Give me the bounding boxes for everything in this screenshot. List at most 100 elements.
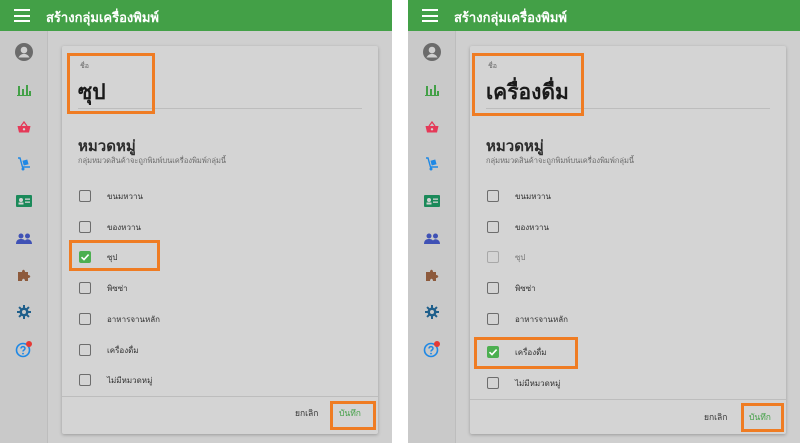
sidebar-item-inventory[interactable] [0,149,48,179]
category-label: อาหารจานหลัก [107,315,161,324]
people-icon [424,233,440,244]
checkbox-checked-icon[interactable] [487,346,499,358]
category-option-2: ซุป [486,248,766,268]
name-field-input[interactable]: เครื่องดื่ม [486,76,569,109]
hand-truck-icon [18,157,30,171]
sidebar [0,31,48,443]
actions-divider [62,396,378,397]
sidebar-item-customers[interactable] [0,223,48,253]
sidebar-item-inventory[interactable] [408,149,456,179]
category-label: เครื่องดื่ม [107,346,139,355]
category-option-6[interactable]: ไม่มีหมวดหมู่ [78,371,358,391]
sidebar-item-account[interactable] [0,37,48,67]
help-icon [15,341,32,358]
menu-icon[interactable] [14,9,30,22]
category-option-1[interactable]: ของหวาน [78,218,358,238]
checkbox-unchecked-icon[interactable] [487,377,499,389]
sidebar-item-reports[interactable] [408,75,456,105]
sidebar-item-settings[interactable] [408,297,456,327]
category-label: ไม่มีหมวดหมู่ [515,379,561,388]
sidebar-item-help[interactable] [408,334,456,364]
checkbox-unchecked-icon[interactable] [79,313,91,325]
name-field-underline [78,108,362,109]
gear-icon [425,305,439,319]
checkbox-unchecked-icon[interactable] [79,221,91,233]
category-label: พิซซ่า [107,284,128,293]
checkbox-checked-icon[interactable] [79,251,91,263]
checkbox-unchecked-icon[interactable] [79,374,91,386]
sidebar-item-account[interactable] [408,37,456,67]
basket-icon [17,121,31,133]
save-button[interactable]: บันทึก [749,410,771,424]
name-field-underline [486,108,770,109]
sidebar-item-employees[interactable] [408,186,456,216]
printer-group-form: ชื่อ ซุป หมวดหมู่ กลุ่มหมวดสินค้าจะถูกพิ… [62,46,378,434]
app-bar: สร้างกลุ่มเครื่องพิมพ์ [0,0,392,31]
people-icon [16,233,32,244]
app-title: สร้างกลุ่มเครื่องพิมพ์ [46,11,159,26]
help-icon [423,341,440,358]
id-card-icon [16,195,32,207]
account-icon [15,43,33,61]
sidebar-item-customers[interactable] [408,223,456,253]
sidebar-item-help[interactable] [0,334,48,364]
category-option-5[interactable]: เครื่องดื่ม [78,341,358,361]
sidebar-item-employees[interactable] [0,186,48,216]
checkbox-unchecked-icon[interactable] [79,344,91,356]
category-option-0[interactable]: ขนมหวาน [78,187,358,207]
checkbox-unchecked-icon[interactable] [79,282,91,294]
sidebar-item-addons[interactable] [408,260,456,290]
save-button[interactable]: บันทึก [339,406,361,420]
checkbox-unchecked-icon[interactable] [487,190,499,202]
category-label: ขนมหวาน [515,192,551,201]
checkbox-disabled-icon [487,251,499,263]
actions-divider [470,399,786,400]
hand-truck-icon [426,157,438,171]
cancel-button[interactable]: ยกเลิก [295,406,318,420]
category-label: เครื่องดื่ม [515,348,547,357]
category-label: ของหวาน [515,223,549,232]
bar-chart-icon [17,85,31,96]
puzzle-icon [18,269,31,281]
category-option-3[interactable]: พิซซ่า [486,279,766,299]
category-option-5[interactable]: เครื่องดื่ม [486,343,766,363]
gear-icon [17,305,31,319]
sidebar-item-addons[interactable] [0,260,48,290]
category-label: ซุป [515,253,526,262]
categories-description: กลุ่มหมวดสินค้าจะถูกพิมพ์บนเครื่องพิมพ์ก… [78,156,227,165]
checkbox-unchecked-icon[interactable] [79,190,91,202]
sidebar-item-products[interactable] [408,112,456,142]
name-field-label: ชื่อ [488,62,497,70]
category-option-0[interactable]: ขนมหวาน [486,187,766,207]
category-label: พิซซ่า [515,284,536,293]
category-label: ขนมหวาน [107,192,143,201]
sidebar-item-reports[interactable] [0,75,48,105]
checkbox-unchecked-icon[interactable] [487,313,499,325]
name-field-label: ชื่อ [80,62,89,70]
category-label: ของหวาน [107,223,141,232]
category-option-4[interactable]: อาหารจานหลัก [486,310,766,330]
categories-description: กลุ่มหมวดสินค้าจะถูกพิมพ์บนเครื่องพิมพ์ก… [486,156,635,165]
basket-icon [425,121,439,133]
cancel-button[interactable]: ยกเลิก [704,410,727,424]
category-option-3[interactable]: พิซซ่า [78,279,358,299]
account-icon [423,43,441,61]
checkbox-unchecked-icon[interactable] [487,221,499,233]
app-bar: สร้างกลุ่มเครื่องพิมพ์ [408,0,800,31]
menu-icon[interactable] [422,9,438,22]
category-option-4[interactable]: อาหารจานหลัก [78,310,358,330]
name-field-input[interactable]: ซุป [78,76,106,109]
printer-group-form: ชื่อ เครื่องดื่ม หมวดหมู่ กลุ่มหมวดสินค้… [470,46,786,434]
bar-chart-icon [425,85,439,96]
category-option-2[interactable]: ซุป [78,248,358,268]
category-option-1[interactable]: ของหวาน [486,218,766,238]
category-label: ซุป [107,253,118,262]
category-label: อาหารจานหลัก [515,315,569,324]
screenshot-panel-right: สร้างกลุ่มเครื่องพิมพ์ ชื่อ เครื่องดื่ม … [408,0,800,443]
sidebar-item-settings[interactable] [0,297,48,327]
category-option-6[interactable]: ไม่มีหมวดหมู่ [486,374,766,394]
sidebar-item-products[interactable] [0,112,48,142]
checkbox-unchecked-icon[interactable] [487,282,499,294]
app-title: สร้างกลุ่มเครื่องพิมพ์ [454,11,567,26]
category-label: ไม่มีหมวดหมู่ [107,376,153,385]
